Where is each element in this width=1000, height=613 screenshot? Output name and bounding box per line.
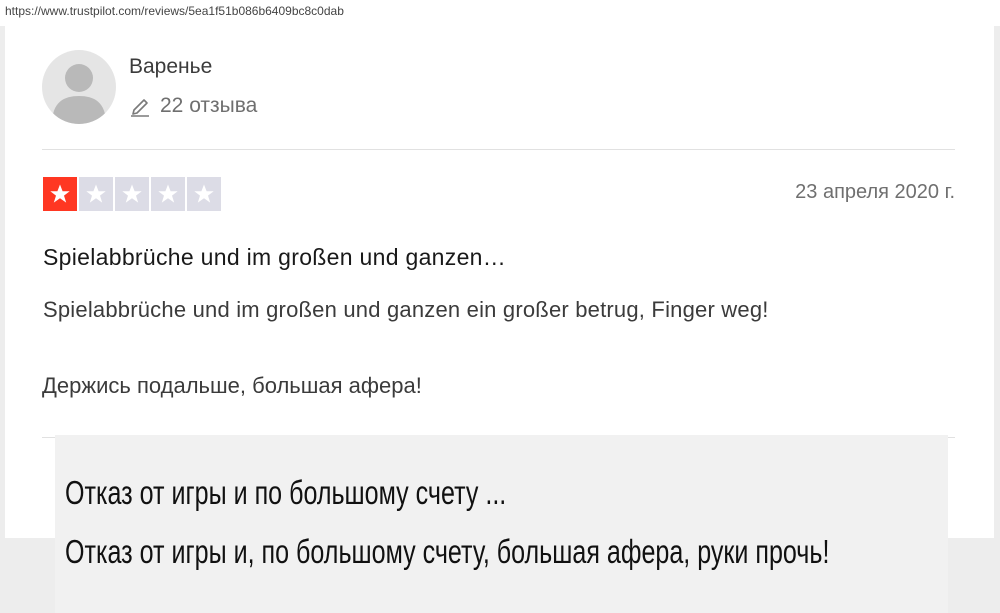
reviewer-reviews-count: 22 отзыва [129,93,257,119]
star-empty-icon [79,177,113,211]
page-url[interactable]: https://www.trustpilot.com/reviews/5ea1f… [5,4,344,18]
translation-overlay: Отказ от игры и по большому счету ... От… [55,435,948,613]
browser-address-bar[interactable]: https://www.trustpilot.com/reviews/5ea1f… [0,0,1000,26]
star-rating [43,177,221,211]
review-date: 23 апреля 2020 г. [795,181,955,203]
overlay-body-translation: Отказ от игры и, по большому счету, боль… [65,533,830,570]
user-silhouette-icon[interactable] [42,50,116,124]
reviews-count-label: 22 отзыва [160,94,258,117]
review-body: Spielabbrüche und im großen und ganzen e… [43,297,769,322]
pencil-icon [129,95,151,117]
review-translation: Держись подальше, большая афера! [42,373,422,398]
review-title[interactable]: Spielabbrüche und im großen und ganzen… [43,244,506,271]
star-empty-icon [187,177,221,211]
reviewer-name[interactable]: Варенье [129,55,212,79]
overlay-title-translation: Отказ от игры и по большому счету ... [65,474,507,511]
star-empty-icon [151,177,185,211]
star-filled-icon [43,177,77,211]
header-divider [42,149,955,150]
star-empty-icon [115,177,149,211]
